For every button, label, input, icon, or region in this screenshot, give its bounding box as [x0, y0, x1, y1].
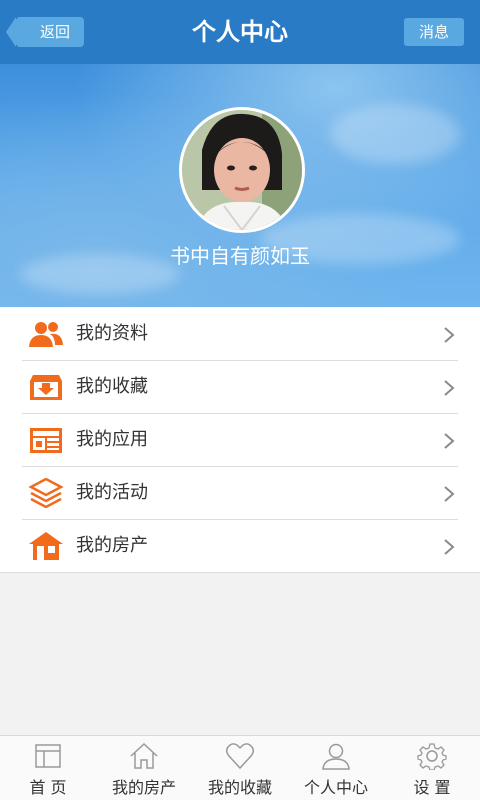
chevron-right-icon — [444, 433, 455, 449]
username: 书中自有颜如玉 — [170, 244, 310, 268]
tab-label: 个人中心 — [303, 778, 368, 797]
gear-icon — [417, 743, 447, 770]
home-outline-icon — [130, 742, 158, 769]
tab-label: 首 页 — [29, 778, 67, 797]
window-icon — [35, 744, 61, 768]
avatar-portrait — [182, 110, 302, 230]
tab-personal-center[interactable]: 个人中心 — [288, 736, 384, 800]
tab-label: 我的房产 — [111, 778, 176, 797]
layers-icon — [28, 478, 64, 508]
person-icon — [322, 743, 350, 770]
menu-item-apps[interactable]: 我的应用 — [0, 413, 480, 466]
chevron-right-icon — [444, 486, 455, 502]
house-icon — [29, 532, 63, 560]
newspaper-icon — [30, 428, 62, 453]
profile-banner: 书中自有颜如玉 — [0, 64, 480, 307]
menu-item-label: 我的应用 — [76, 429, 148, 450]
menu-item-label: 我的资料 — [76, 323, 148, 344]
header-bar: 返回 个人中心 消息 — [0, 0, 480, 64]
menu-item-profile[interactable]: 我的资料 — [0, 307, 480, 360]
tab-my-property[interactable]: 我的房产 — [96, 736, 192, 800]
users-icon — [29, 322, 63, 347]
tab-settings[interactable]: 设 置 — [384, 736, 480, 800]
menu-item-activities[interactable]: 我的活动 — [0, 466, 480, 519]
tab-label: 设 置 — [413, 778, 451, 797]
tab-favorites[interactable]: 我的收藏 — [192, 736, 288, 800]
download-box-icon — [30, 375, 62, 400]
menu-item-favorites[interactable]: 我的收藏 — [0, 360, 480, 413]
menu-item-label: 我的活动 — [76, 482, 148, 503]
tab-home[interactable]: 首 页 — [0, 736, 96, 800]
menu-item-property[interactable]: 我的房产 — [0, 519, 480, 572]
messages-button[interactable]: 消息 — [404, 18, 464, 46]
bottom-tab-bar: 首 页 我的房产 我的收藏 个人中心 设 置 — [0, 735, 480, 800]
heart-icon — [225, 743, 255, 770]
chevron-right-icon — [444, 380, 455, 396]
tab-label: 我的收藏 — [207, 778, 272, 797]
menu-item-label: 我的房产 — [76, 535, 148, 556]
back-button[interactable]: 返回 — [5, 17, 85, 47]
chevron-right-icon — [444, 539, 455, 555]
menu-item-label: 我的收藏 — [76, 376, 148, 397]
avatar[interactable] — [179, 107, 305, 233]
chevron-right-icon — [444, 327, 455, 343]
profile-menu: 我的资料 我的收藏 我的应用 我的活动 我的房产 — [0, 307, 480, 573]
cloud-decoration — [330, 104, 460, 164]
